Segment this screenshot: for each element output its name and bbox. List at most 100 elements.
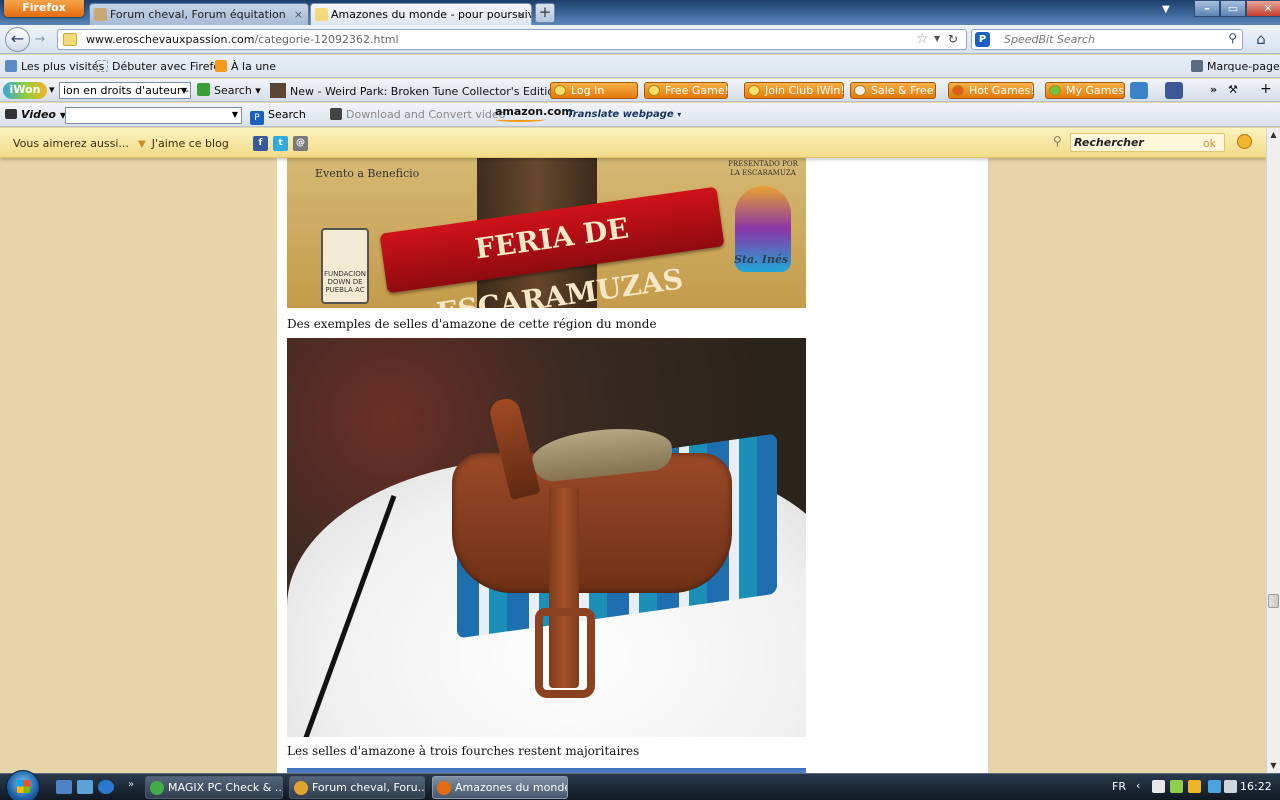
url-history-dropdown-icon[interactable]: ▼ — [934, 34, 940, 43]
facebook-icon[interactable] — [1165, 82, 1183, 99]
like-blog-button[interactable]: ▼ J'aime ce blog — [138, 137, 229, 150]
video-search-input[interactable]: ▼ — [65, 107, 242, 124]
volume-icon[interactable] — [1224, 780, 1237, 793]
blog-toolbar: Vous aimerez aussi... ▼ J'aime ce blog f … — [0, 128, 1266, 158]
bookmark-les-plus-visites[interactable]: Les plus visités — [5, 60, 104, 73]
smiley-icon[interactable] — [1237, 134, 1252, 149]
tray-update-icon[interactable] — [1188, 780, 1201, 793]
weather-icon[interactable] — [1130, 82, 1148, 99]
more-tools-icon[interactable]: » — [1210, 83, 1217, 96]
back-button[interactable]: ← — [5, 27, 30, 52]
home-icon[interactable]: ⌂ — [1250, 30, 1272, 50]
log-in-button[interactable]: Log In — [550, 82, 638, 99]
windows-taskbar: » MAGIX PC Check & ... Forum cheval, For… — [0, 770, 1280, 800]
translate-webpage-button[interactable]: Translate webpage ▾ — [567, 109, 681, 120]
video-search-button[interactable]: P Search — [250, 108, 306, 125]
bookmarks-star-icon — [1191, 60, 1203, 72]
download-icon — [330, 108, 342, 120]
search-icon: P — [250, 111, 264, 125]
tray-app-icon[interactable] — [1152, 780, 1165, 793]
tab-forum-cheval[interactable]: Forum cheval, Forum équitation × — [89, 3, 309, 25]
blog-favicon-icon — [315, 8, 328, 21]
clock[interactable]: 16:22 — [1240, 780, 1272, 793]
magnifier-icon: ⚲ — [1053, 134, 1062, 148]
task-forum-cheval[interactable]: Forum cheval, Foru... — [289, 776, 425, 799]
internet-explorer-icon[interactable] — [98, 780, 114, 794]
film-icon — [5, 109, 17, 119]
language-indicator[interactable]: FR — [1112, 780, 1126, 793]
show-desktop-icon[interactable] — [56, 780, 72, 794]
suggestions-link[interactable]: Vous aimerez aussi... — [13, 137, 129, 150]
close-window-button[interactable]: ✕ — [1246, 0, 1280, 17]
show-hidden-icons-icon[interactable]: ‹ — [1136, 779, 1140, 792]
tray-battery-icon[interactable] — [1170, 780, 1183, 793]
wrench-icon[interactable]: ⚒ — [1228, 83, 1238, 96]
quicklaunch-more-icon[interactable]: » — [128, 779, 134, 790]
join-club-button[interactable]: Join Club iWin! — [744, 82, 845, 99]
tab-title: Forum cheval, Forum équitation — [110, 8, 286, 21]
bookmarks-menu[interactable]: Marque-pages — [1191, 60, 1280, 73]
search-engine-icon[interactable]: P — [975, 32, 990, 47]
facebook-share-icon[interactable]: f — [253, 136, 268, 151]
switch-windows-icon[interactable] — [77, 780, 93, 794]
navigation-bar: ← → www.eroschevauxpassion.com/categorie… — [0, 25, 1280, 54]
amazon-button[interactable]: amazon.com — [495, 105, 573, 122]
title-bar: Firefox Forum cheval, Forum équitation ×… — [0, 0, 1280, 25]
iwon-toolbar: iWon ▾ ion en droits d'auteur - ▼ Search … — [0, 79, 1280, 102]
url-bar[interactable]: www.eroschevauxpassion.com/categorie-120… — [57, 29, 967, 50]
minimize-button[interactable]: – — [1194, 0, 1220, 17]
list-all-tabs-icon[interactable]: ▼ — [1162, 4, 1170, 15]
caption-1: Des exemples de selles d'amazone de cett… — [287, 317, 657, 331]
vertical-scrollbar[interactable]: ▲ ▼ — [1266, 128, 1280, 773]
bookmark-debuter-avec-firefox[interactable]: Débuter avec Firefox — [96, 60, 226, 73]
scrollbar-thumb[interactable] — [1268, 594, 1279, 608]
iwon-search-button[interactable]: Search ▾ — [197, 83, 261, 97]
bookmark-folder-icon — [5, 60, 17, 72]
hot-games-button[interactable]: Hot Games! — [948, 82, 1035, 99]
sale-and-free-button[interactable]: Sale & Free — [850, 82, 936, 99]
blog-search-ok-button[interactable]: ok — [1203, 137, 1216, 150]
task-amazones[interactable]: Amazones du monde... — [432, 776, 568, 799]
go-arrow-icon — [197, 83, 210, 96]
twitter-share-icon[interactable]: t — [273, 136, 288, 151]
free-game-button[interactable]: Free Game! — [644, 82, 729, 99]
tab-amazones[interactable]: Amazones du monde - pour poursuiv... × — [310, 3, 532, 25]
forward-button[interactable]: → — [31, 31, 49, 49]
chevron-down-icon[interactable]: ▾ — [49, 83, 55, 96]
network-icon[interactable] — [1208, 780, 1221, 793]
scroll-down-icon[interactable]: ▼ — [1267, 759, 1280, 773]
flame-icon — [952, 85, 964, 96]
search-icon[interactable]: ⚲ — [1228, 31, 1237, 45]
email-share-icon[interactable]: @ — [293, 136, 308, 151]
chrome-app-icon — [294, 781, 308, 795]
fundacion-logo: FUNDACION DOWN DE PUEBLA AC — [321, 228, 369, 304]
bookmark-star-icon[interactable]: ☆ — [916, 31, 929, 47]
coin-icon — [554, 85, 566, 96]
reload-icon[interactable]: ↻ — [948, 32, 958, 46]
tag-icon — [854, 85, 866, 96]
firefox-menu-button[interactable]: Firefox — [4, 0, 84, 17]
url-text[interactable]: www.eroschevauxpassion.com/categorie-120… — [86, 33, 399, 46]
scroll-up-icon[interactable]: ▲ — [1267, 128, 1280, 142]
site-identity-icon[interactable] — [63, 33, 77, 46]
iwon-game-title[interactable]: New - Weird Park: Broken Tune Collector'… — [270, 83, 570, 98]
download-convert-button[interactable]: Download and Convert video — [330, 108, 505, 121]
video-toolbar: Video ▼ ▼ P Search Download and Convert v… — [0, 103, 1280, 127]
search-placeholder: SpeedBit Search — [1004, 33, 1095, 46]
add-toolbar-icon[interactable]: + — [1260, 81, 1272, 97]
iwon-logo[interactable]: iWon — [3, 82, 47, 99]
close-tab-icon[interactable]: × — [294, 4, 303, 25]
maximize-button[interactable]: ▭ — [1220, 0, 1246, 17]
start-button[interactable] — [6, 770, 40, 800]
close-tab-icon[interactable]: × — [517, 4, 526, 25]
bookmark-a-la-une[interactable]: À la une — [215, 60, 276, 73]
window-controls: – ▭ ✕ — [1194, 0, 1280, 17]
video-menu[interactable]: Video ▼ — [5, 108, 66, 121]
iwon-search-select[interactable]: ion en droits d'auteur - ▼ — [59, 82, 191, 99]
bookmarks-bar: Les plus visités Débuter avec Firefox À … — [0, 55, 1280, 78]
blog-search-input[interactable]: Rechercher ok — [1070, 133, 1225, 152]
new-tab-button[interactable]: + — [535, 3, 555, 23]
my-games-button[interactable]: My Games — [1045, 82, 1125, 99]
search-bar[interactable]: P SpeedBit Search ⚲ — [971, 29, 1243, 50]
task-magix[interactable]: MAGIX PC Check & ... — [145, 776, 283, 799]
